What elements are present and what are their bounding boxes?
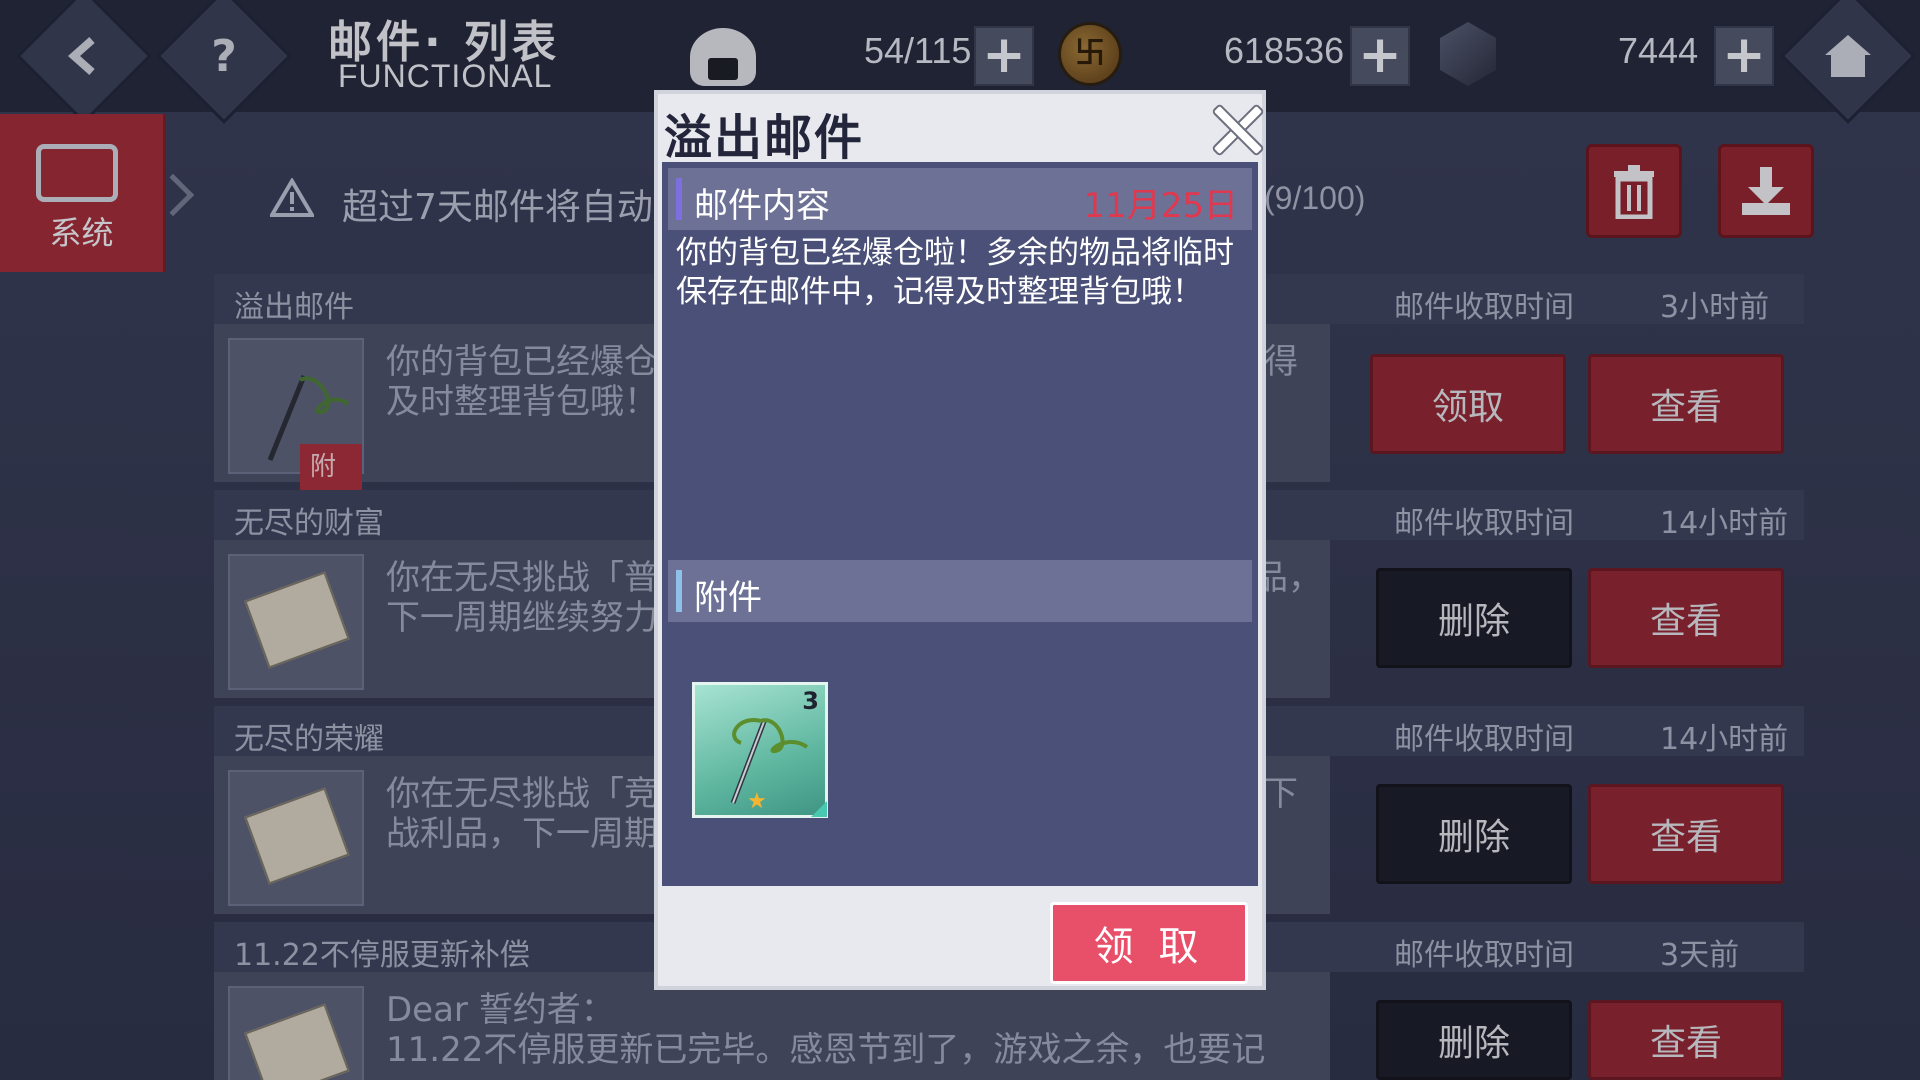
rarity-corner: [811, 801, 827, 817]
dialog-content-panel: 邮件内容 11月25日 你的背包已经爆仓啦！多余的物品将临时保存在邮件中，记得及…: [662, 162, 1258, 886]
attachment-item[interactable]: 3 ★: [692, 682, 828, 818]
mail-content-header: 邮件内容 11月25日: [668, 168, 1252, 230]
section-marker: [676, 178, 682, 220]
item-quantity: 3: [802, 687, 819, 715]
overflow-mail-dialog: 溢出邮件 邮件内容 11月25日 你的背包已经爆仓啦！多余的物品将临时保存在邮件…: [654, 90, 1266, 990]
section-marker: [676, 570, 682, 612]
dialog-title: 溢出邮件: [664, 110, 865, 166]
mail-date: 11月25日: [1083, 186, 1238, 226]
attachments-label: 附件: [694, 578, 762, 618]
attachments-header: 附件: [668, 560, 1252, 622]
mail-content-label: 邮件内容: [694, 186, 830, 226]
close-icon[interactable]: [1208, 100, 1264, 156]
claim-button[interactable]: 领 取: [1050, 902, 1248, 984]
star-icon: ★: [747, 789, 767, 814]
mail-message: 你的背包已经爆仓啦！多余的物品将临时保存在邮件中，记得及时整理背包哦！: [676, 235, 1234, 310]
